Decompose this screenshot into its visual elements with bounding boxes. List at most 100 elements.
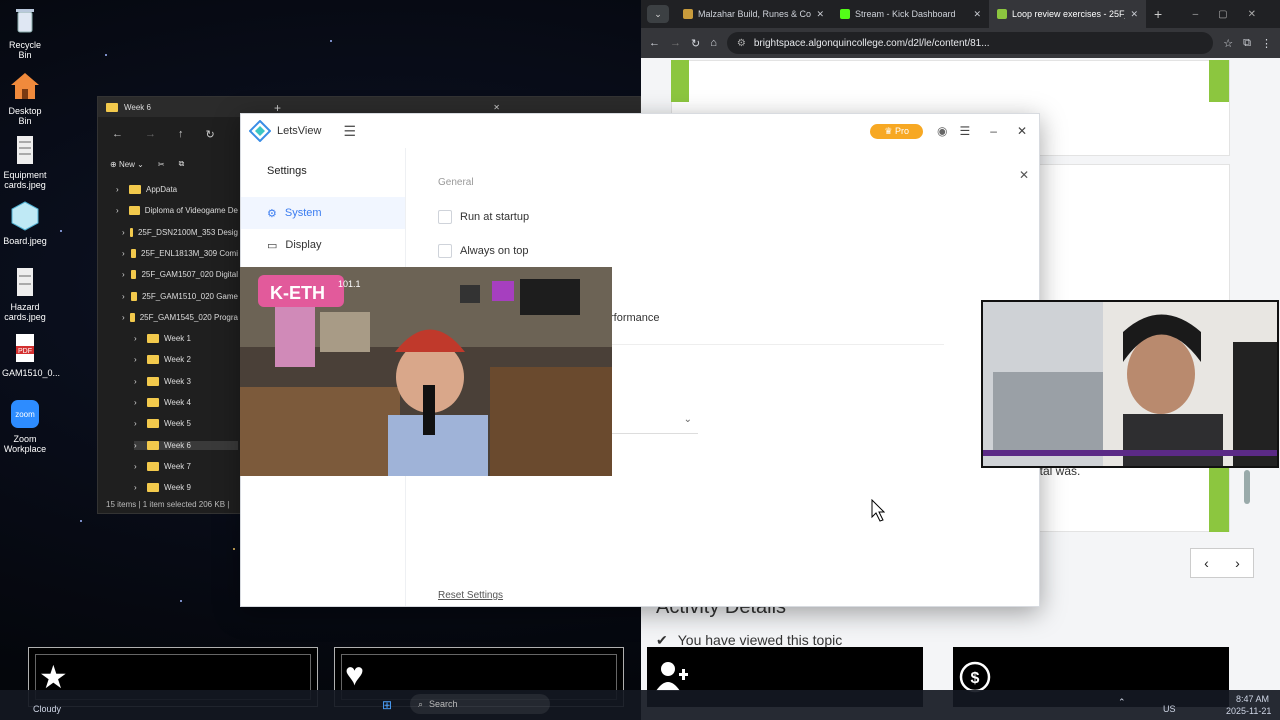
menu-icon[interactable]: ⋮ — [1261, 37, 1272, 50]
folder-tree-item[interactable]: › Week 7 — [134, 461, 238, 471]
bookmark-star-icon[interactable]: ☆ — [1223, 37, 1233, 50]
chevron-right-icon[interactable]: › — [122, 249, 126, 258]
windows-start-icon[interactable]: ⊞ — [382, 698, 392, 712]
chevron-right-icon[interactable]: › — [134, 355, 142, 364]
chevron-right-icon[interactable]: › — [116, 185, 124, 194]
chevron-right-icon[interactable]: › — [134, 377, 142, 386]
close-tab-icon[interactable]: ✕ — [816, 9, 824, 20]
checkbox[interactable] — [438, 210, 452, 224]
chevron-right-icon[interactable]: › — [116, 206, 124, 215]
chevron-right-icon[interactable]: › — [134, 441, 142, 450]
chevron-right-icon[interactable]: › — [122, 292, 126, 301]
taskbar-search[interactable]: ⌕ Search — [410, 694, 550, 714]
minimize-icon[interactable]: – — [990, 124, 997, 138]
desktop-icon-pdf[interactable]: PDF GAM1510_0... — [2, 332, 60, 378]
tab-list-button[interactable]: ⌄ — [647, 5, 669, 23]
folder-label: Week 1 — [164, 334, 191, 344]
new-tab-icon[interactable]: + — [1154, 6, 1162, 22]
extensions-icon[interactable]: ⧉ — [1243, 37, 1251, 50]
weather-widget[interactable]: Cloudy — [33, 704, 61, 714]
option-always-on-top[interactable]: Always on top — [438, 244, 528, 258]
site-favicon-icon — [683, 9, 693, 19]
refresh-icon[interactable]: ↻ — [206, 128, 215, 141]
folder-label: Week 7 — [164, 461, 191, 471]
folder-tree-item[interactable]: › Diploma of Videogame De — [116, 206, 238, 216]
folder-tree-item[interactable]: › 25F_GAM1510_020 Game — [122, 291, 238, 301]
site-info-icon[interactable]: ⚙ — [737, 38, 746, 49]
back-icon[interactable]: ← — [649, 37, 660, 49]
chevron-right-icon[interactable]: › — [122, 228, 125, 237]
close-tab-icon[interactable]: ✕ — [973, 9, 981, 20]
close-icon[interactable]: ✕ — [1017, 124, 1027, 138]
folder-tree-item[interactable]: › Week 6 — [134, 440, 238, 450]
letsview-logo-icon — [249, 120, 271, 142]
cut-icon[interactable]: ✂ — [158, 160, 165, 169]
desktop-icon-board[interactable]: Board.jpeg — [2, 200, 48, 246]
chevron-right-icon[interactable]: › — [134, 334, 142, 343]
accent-bar — [671, 60, 689, 102]
reset-settings-link[interactable]: Reset Settings — [438, 590, 503, 601]
nav-label: Display — [285, 239, 322, 251]
desktop-icon-hazard-cards[interactable]: Hazard cards.jpeg — [2, 266, 48, 322]
forward-icon[interactable]: → — [670, 37, 681, 49]
folder-tree-item[interactable]: › 25F_GAM1545_020 Progra — [122, 312, 238, 322]
folder-tree-item[interactable]: › 25F_GAM1507_020 Digital — [122, 270, 238, 280]
folder-tree-item[interactable]: › Week 5 — [134, 419, 238, 429]
new-button[interactable]: ⊕ New ⌄ — [110, 160, 144, 169]
next-icon[interactable]: › — [1222, 549, 1253, 577]
pro-button[interactable]: ♛ Pro — [870, 123, 923, 139]
desktop-icon-label: Desktop Bin — [8, 106, 42, 126]
clock-date[interactable]: 2025-11-21 — [1226, 706, 1271, 716]
image-file-icon — [9, 266, 41, 298]
back-icon[interactable]: ← — [112, 128, 123, 140]
folder-tree-item[interactable]: › Week 3 — [134, 376, 238, 386]
chevron-right-icon[interactable]: › — [134, 398, 142, 407]
chevron-right-icon[interactable]: › — [134, 462, 142, 471]
folder-tree-item[interactable]: › 25F_ENL1813M_309 Comi — [122, 248, 238, 258]
tab-malzahar[interactable]: Malzahar Build, Runes & Coun ✕ — [675, 0, 832, 28]
chevron-right-icon[interactable]: › — [122, 270, 126, 279]
folder-tree-item[interactable]: › Week 4 — [134, 398, 238, 407]
option-run-at-startup[interactable]: Run at startup — [438, 210, 529, 224]
home-icon[interactable]: ⌂ — [710, 37, 717, 49]
copy-icon[interactable]: ⧉ — [179, 159, 185, 169]
close-tab-icon[interactable]: ✕ — [1130, 9, 1138, 20]
address-bar[interactable]: ⚙ brightspace.algonquincollege.com/d2l/l… — [726, 32, 1214, 54]
prev-icon[interactable]: ‹ — [1191, 549, 1222, 577]
close-settings-icon[interactable]: ✕ — [1019, 168, 1029, 182]
language-indicator[interactable]: US — [1163, 704, 1176, 714]
up-icon[interactable]: ↑ — [178, 128, 184, 140]
chevron-right-icon[interactable]: › — [134, 419, 142, 428]
folder-tree-item[interactable]: › Week 9 — [134, 483, 238, 493]
app-name: LetsView — [277, 125, 322, 137]
scrollbar-thumb[interactable] — [1244, 470, 1250, 504]
folder-tree-item[interactable]: › Week 1 — [134, 334, 238, 344]
desktop-icon-label: Equipment cards.jpeg — [3, 170, 47, 190]
window-controls[interactable]: –▢✕ — [1193, 9, 1280, 20]
desktop-icon-label: Zoom Workplace — [3, 434, 47, 454]
forward-icon[interactable]: → — [145, 128, 156, 140]
nav-display[interactable]: ▭ Display — [241, 229, 405, 261]
reload-icon[interactable]: ↻ — [691, 37, 700, 50]
tab-kick-dashboard[interactable]: Stream - Kick Dashboard ✕ — [832, 0, 989, 28]
desktop-icon-equipment-cards[interactable]: Equipment cards.jpeg — [2, 134, 48, 190]
account-icon[interactable]: ◉ — [937, 124, 947, 138]
settings-title: Settings — [267, 165, 307, 177]
folder-tree-item[interactable]: › Week 2 — [134, 355, 238, 365]
desktop-icon-recycle-bin[interactable]: Recycle Bin — [2, 4, 48, 60]
home-icon — [9, 70, 41, 102]
tray-chevron-icon[interactable]: ⌃ — [1118, 697, 1126, 708]
menu-collapse-icon[interactable]: ☰ — [343, 123, 356, 140]
chevron-right-icon[interactable]: › — [122, 313, 125, 322]
chevron-right-icon[interactable]: › — [134, 483, 142, 492]
desktop-icon-zoom[interactable]: zoom Zoom Workplace — [2, 398, 48, 454]
tab-loop-review[interactable]: Loop review exercises - 25F_G ✕ — [989, 0, 1146, 28]
checkbox[interactable] — [438, 244, 452, 258]
close-tab-icon[interactable]: ✕ — [493, 103, 500, 112]
clock-time[interactable]: 8:47 AM — [1236, 694, 1269, 704]
desktop-icon-desktop-bin[interactable]: Desktop Bin — [2, 70, 48, 126]
folder-tree-item[interactable]: › AppData — [116, 185, 238, 194]
nav-system[interactable]: ⚙ System — [241, 197, 405, 229]
folder-tree-item[interactable]: › 25F_DSN2100M_353 Desig — [122, 227, 238, 237]
menu-icon[interactable]: ☰ — [959, 124, 970, 138]
